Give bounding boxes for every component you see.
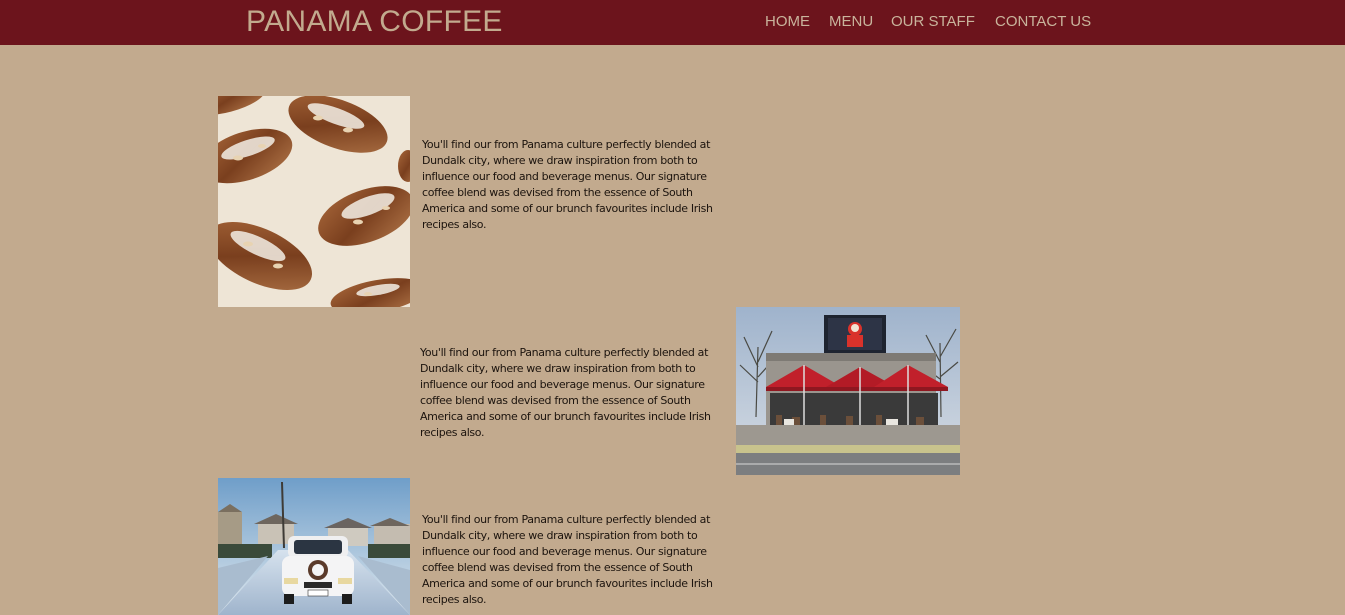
nav-our-staff-link[interactable]: OUR STAFF: [891, 13, 975, 31]
croissants-image: [218, 96, 410, 307]
van-image: [218, 478, 410, 615]
section-1-text: You'll find our from Panama culture perf…: [422, 138, 713, 231]
nav-menu-link[interactable]: MENU: [829, 13, 873, 31]
navbar: PANAMA COFFEE HOME MENU OUR STAFF CONTAC…: [0, 0, 1345, 45]
nav-contact-us-link[interactable]: CONTACT US: [995, 13, 1091, 31]
storefront-image: [736, 307, 960, 475]
brand-logo[interactable]: PANAMA COFFEE: [246, 4, 503, 40]
nav-home-link[interactable]: HOME: [765, 13, 810, 31]
section-2-text: You'll find our from Panama culture perf…: [420, 346, 711, 439]
section-3-text: You'll find our from Panama culture perf…: [422, 513, 713, 606]
